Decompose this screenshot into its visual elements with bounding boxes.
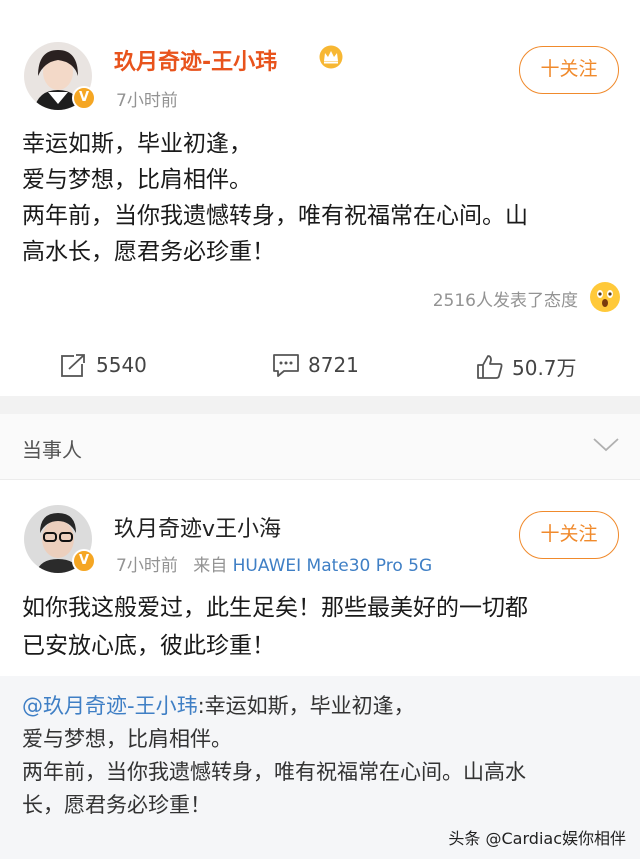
quoted-post[interactable]: @玖月奇迹-王小玮:幸运如斯，毕业初逢， 爱与梦想，比肩相伴。 两年前，当你我遗… <box>0 676 640 859</box>
crown-icon <box>318 45 344 73</box>
watermark: 头条 @Cardiac娱你相伴 <box>448 829 626 848</box>
user-name[interactable]: 玖月奇迹v王小海 <box>114 511 281 543</box>
mention-link[interactable]: @玖月奇迹-王小玮 <box>22 694 198 718</box>
post-text: 幸运如斯，毕业初逢， 爱与梦想，比肩相伴。 两年前，当你我遗憾转身，唯有祝福常在… <box>22 131 528 265</box>
surprised-emoji-icon <box>590 282 620 312</box>
section-divider <box>0 396 640 414</box>
post-time: 7小时前 <box>116 556 178 576</box>
thumbs-up-icon <box>477 354 503 379</box>
comment-icon <box>273 354 299 377</box>
post-text: 如你我这般爱过，此生足矣！那些最美好的一切都 已安放心底，彼此珍重！ <box>22 595 528 659</box>
repost-count: 5540 <box>96 353 147 377</box>
like-button[interactable]: 50.7万 <box>476 352 577 381</box>
source-device[interactable]: HUAWEI Mate30 Pro 5G <box>233 556 433 576</box>
reactions-text: 2516人发表了态度 <box>432 291 578 311</box>
post-card-2: V 玖月奇迹v王小海 7小时前 来自 HUAWEI Mate30 Pro 5G … <box>0 481 640 676</box>
repost-button[interactable]: 5540 <box>60 352 147 378</box>
section-title: 当事人 <box>22 438 82 462</box>
follow-button[interactable]: 十关注 <box>519 46 619 94</box>
comment-count: 8721 <box>308 353 359 377</box>
post-meta: 7小时前 来自 HUAWEI Mate30 Pro 5G <box>116 551 432 576</box>
verified-badge: V <box>72 86 96 110</box>
user-name[interactable]: 玖月奇迹-王小玮 <box>114 44 277 76</box>
share-icon <box>61 352 88 377</box>
action-bar: 5540 8721 50.7万 <box>0 340 640 396</box>
follow-button[interactable]: 十关注 <box>519 511 619 559</box>
comment-button[interactable]: 8721 <box>272 352 359 378</box>
post-card-1: V 玖月奇迹-王小玮 7小时前 十关注 幸运如斯，毕业初逢， 爱与梦想，比肩相伴… <box>0 0 640 396</box>
reactions-summary[interactable]: 2516人发表了态度 <box>300 282 620 316</box>
verified-badge: V <box>72 549 96 573</box>
quoted-text: @玖月奇迹-王小玮:幸运如斯，毕业初逢， 爱与梦想，比肩相伴。 两年前，当你我遗… <box>22 690 632 822</box>
like-count: 50.7万 <box>512 356 577 380</box>
section-header[interactable]: 当事人 <box>0 414 640 480</box>
chevron-down-icon[interactable] <box>592 436 620 458</box>
source-prefix: 来自 <box>193 556 228 576</box>
post-time: 7小时前 <box>116 91 178 111</box>
